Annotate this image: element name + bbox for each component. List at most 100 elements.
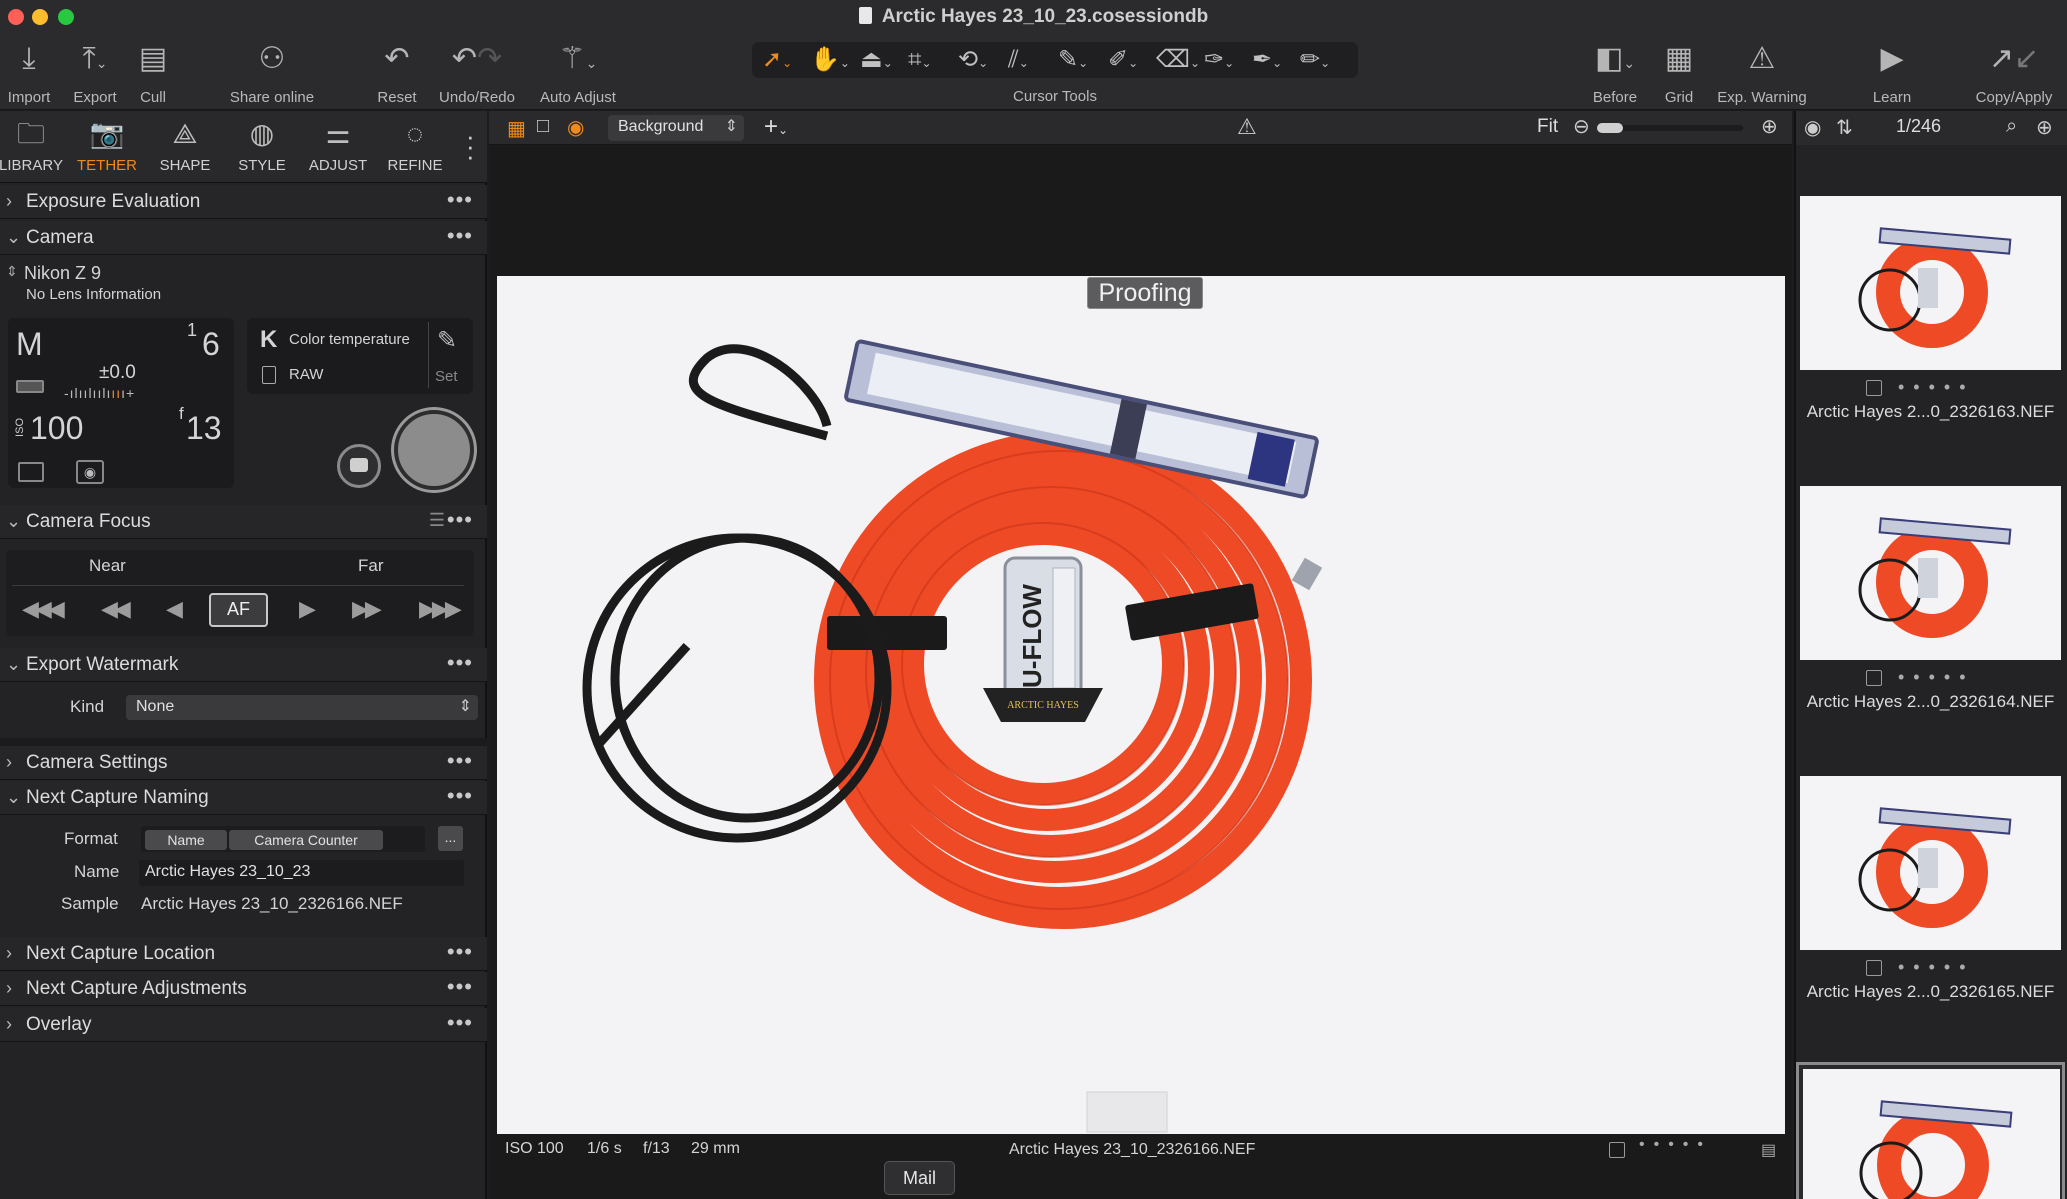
thumbnail-rating[interactable]: ••••• bbox=[1898, 667, 1975, 688]
focus-far-small-icon[interactable]: ▶ bbox=[299, 596, 316, 622]
live-view-icon[interactable] bbox=[18, 462, 44, 482]
more-options-icon[interactable]: ••• bbox=[447, 974, 473, 1000]
section-camera-settings[interactable]: › Camera Settings ••• bbox=[0, 746, 487, 780]
cull-button[interactable]: ▤ Cull bbox=[130, 34, 176, 110]
more-options-icon[interactable]: ••• bbox=[447, 783, 473, 809]
status-select-checkbox[interactable] bbox=[1609, 1142, 1625, 1158]
thumbnail-rating[interactable]: ••••• bbox=[1898, 957, 1975, 978]
tab-refine[interactable]: ◌ REFINE bbox=[378, 111, 452, 183]
zoom-out-icon[interactable]: ⊖ bbox=[1573, 114, 1590, 139]
thumbnail-image[interactable] bbox=[1800, 196, 2061, 370]
more-options-icon[interactable]: ••• bbox=[447, 939, 473, 965]
capture-button[interactable] bbox=[394, 410, 474, 490]
section-camera-focus[interactable]: ⌄ Camera Focus ☰ ••• bbox=[0, 505, 487, 539]
proof-view-icon[interactable]: ◉ bbox=[567, 115, 584, 140]
capture-format[interactable]: RAW bbox=[289, 366, 323, 383]
name-token[interactable]: Name bbox=[145, 830, 227, 850]
format-more-button[interactable]: ... bbox=[438, 826, 463, 851]
camera-model[interactable]: Nikon Z 9 bbox=[24, 263, 101, 284]
zoom-thumbs-icon[interactable]: ⊕ bbox=[2036, 115, 2053, 140]
select-cursor-icon[interactable]: ➚⌄ bbox=[762, 45, 792, 78]
thumbnail-image[interactable] bbox=[1800, 776, 2061, 950]
section-overlay[interactable]: › Overlay ••• bbox=[0, 1008, 487, 1042]
brush-icon[interactable]: ✎⌄ bbox=[1058, 45, 1088, 78]
sort-icon[interactable]: ⇅ bbox=[1836, 115, 1853, 140]
section-camera[interactable]: ⌄ Camera ••• bbox=[0, 221, 487, 255]
before-button[interactable]: ◧⌄ Before bbox=[1582, 34, 1648, 110]
eraser-icon[interactable]: ⌫⌄ bbox=[1156, 45, 1200, 78]
focus-near-medium-icon[interactable]: ◀◀ bbox=[101, 596, 131, 622]
thumbnail-item-selected[interactable] bbox=[1796, 1062, 2065, 1199]
eye-icon[interactable]: ◉ bbox=[1804, 115, 1821, 140]
autofocus-button[interactable]: AF bbox=[209, 593, 268, 627]
section-export-watermark[interactable]: ⌄ Export Watermark ••• bbox=[0, 648, 487, 682]
copy-apply-button[interactable]: ↗↙ Copy/Apply bbox=[1968, 34, 2060, 110]
focus-near-large-icon[interactable]: ◀◀◀ bbox=[22, 596, 65, 622]
picker-icon[interactable]: ✑⌄ bbox=[1204, 45, 1234, 78]
set-wb-button[interactable]: Set bbox=[435, 368, 458, 385]
watermark-kind-select[interactable]: None ⇕ bbox=[126, 695, 478, 720]
auto-adjust-button[interactable]: ⚚⌄ Auto Adjust bbox=[532, 34, 624, 110]
export-button[interactable]: ⤒⌄ Export bbox=[64, 34, 126, 110]
rotate-icon[interactable]: ⟲⌄ bbox=[958, 45, 988, 78]
single-view-icon[interactable]: □ bbox=[537, 115, 549, 138]
tab-tether[interactable]: 📷 TETHER bbox=[70, 111, 144, 183]
focus-near-small-icon[interactable]: ◀ bbox=[166, 596, 183, 622]
focus-far-medium-icon[interactable]: ▶▶ bbox=[352, 596, 382, 622]
learn-button[interactable]: ▶ Learn bbox=[1864, 34, 1920, 110]
section-exposure-evaluation[interactable]: › Exposure Evaluation ••• bbox=[0, 185, 487, 219]
metering-icon[interactable]: ◉ bbox=[76, 460, 104, 484]
section-next-capture-adjustments[interactable]: › Next Capture Adjustments ••• bbox=[0, 972, 487, 1006]
rating-dots[interactable]: ••••• bbox=[1639, 1136, 1712, 1154]
more-options-icon[interactable]: ••• bbox=[447, 748, 473, 774]
metadata-icon[interactable]: ▤ bbox=[1761, 1140, 1776, 1160]
camera-counter-token[interactable]: Camera Counter bbox=[229, 830, 383, 850]
name-input[interactable]: Arctic Hayes 23_10_23 bbox=[139, 860, 464, 886]
more-options-icon[interactable]: ••• bbox=[447, 223, 473, 249]
heal-icon[interactable]: ✒⌄ bbox=[1252, 45, 1282, 78]
search-icon[interactable]: ⌕ bbox=[2006, 115, 2017, 138]
more-options-icon[interactable]: ••• bbox=[447, 1010, 473, 1036]
thumbnail-image[interactable] bbox=[1800, 486, 2061, 660]
pan-hand-icon[interactable]: ✋⌄ bbox=[810, 45, 850, 78]
multi-view-icon[interactable]: ▦ bbox=[507, 116, 526, 141]
list-icon[interactable]: ☰ bbox=[429, 510, 445, 531]
mask-icon[interactable]: ✐⌄ bbox=[1108, 45, 1138, 78]
thumbnail-checkbox[interactable] bbox=[1866, 670, 1882, 686]
tab-shape[interactable]: ⟁ SHAPE bbox=[148, 111, 222, 183]
zoom-in-icon[interactable]: ⊕ bbox=[1761, 114, 1778, 139]
add-variant-icon[interactable]: +⌄ bbox=[764, 113, 788, 141]
viewer-warning-icon[interactable]: ⚠ bbox=[1237, 114, 1257, 140]
reset-button[interactable]: ↶ Reset bbox=[370, 34, 424, 110]
share-online-button[interactable]: ⚇ Share online bbox=[222, 34, 322, 110]
grid-button[interactable]: ▦ Grid bbox=[1660, 34, 1698, 110]
thumbnail-checkbox[interactable] bbox=[1866, 380, 1882, 396]
thumbnail-image[interactable] bbox=[1803, 1069, 2060, 1199]
keystone-icon[interactable]: ⫽⌄ bbox=[1008, 45, 1029, 78]
variant-select[interactable]: Background ⇕ bbox=[608, 115, 744, 141]
loupe-icon[interactable]: ⏏⌄ bbox=[860, 45, 893, 78]
tab-library[interactable]: 🗀 LIBRARY bbox=[0, 111, 68, 183]
tab-style[interactable]: ◍ STYLE bbox=[225, 111, 299, 183]
thumbnail-checkbox[interactable] bbox=[1866, 960, 1882, 976]
camera-select-icon[interactable]: ⇕ bbox=[6, 263, 18, 280]
more-options-icon[interactable]: ••• bbox=[447, 187, 473, 213]
eyedropper-icon[interactable]: ✎ bbox=[437, 326, 457, 355]
more-tabs-icon[interactable]: · · · bbox=[466, 123, 475, 169]
zoom-slider-thumb[interactable] bbox=[1597, 123, 1623, 133]
thumbnail-rating[interactable]: ••••• bbox=[1898, 377, 1975, 398]
import-button[interactable]: ⤓ Import bbox=[0, 34, 58, 110]
more-options-icon[interactable]: ••• bbox=[447, 650, 473, 676]
undo-redo-button[interactable]: ↶↷ Undo/Redo bbox=[432, 34, 522, 110]
section-next-capture-naming[interactable]: ⌄ Next Capture Naming ••• bbox=[0, 781, 487, 815]
record-video-button[interactable] bbox=[337, 444, 381, 488]
exposure-warning-button[interactable]: ⚠ Exp. Warning bbox=[1712, 34, 1812, 110]
annotate-icon[interactable]: ✏⌄ bbox=[1300, 45, 1330, 78]
zoom-fit-button[interactable]: Fit bbox=[1537, 116, 1558, 138]
tab-adjust[interactable]: ⚌ ADJUST bbox=[301, 111, 375, 183]
section-next-capture-location[interactable]: › Next Capture Location ••• bbox=[0, 937, 487, 971]
more-options-icon[interactable]: ••• bbox=[447, 507, 473, 533]
crop-icon[interactable]: ⌗⌄ bbox=[908, 45, 932, 78]
photo-preview[interactable]: U-FLOW ARCTIC HAYES bbox=[497, 276, 1785, 1134]
focus-far-large-icon[interactable]: ▶▶▶ bbox=[419, 596, 462, 622]
